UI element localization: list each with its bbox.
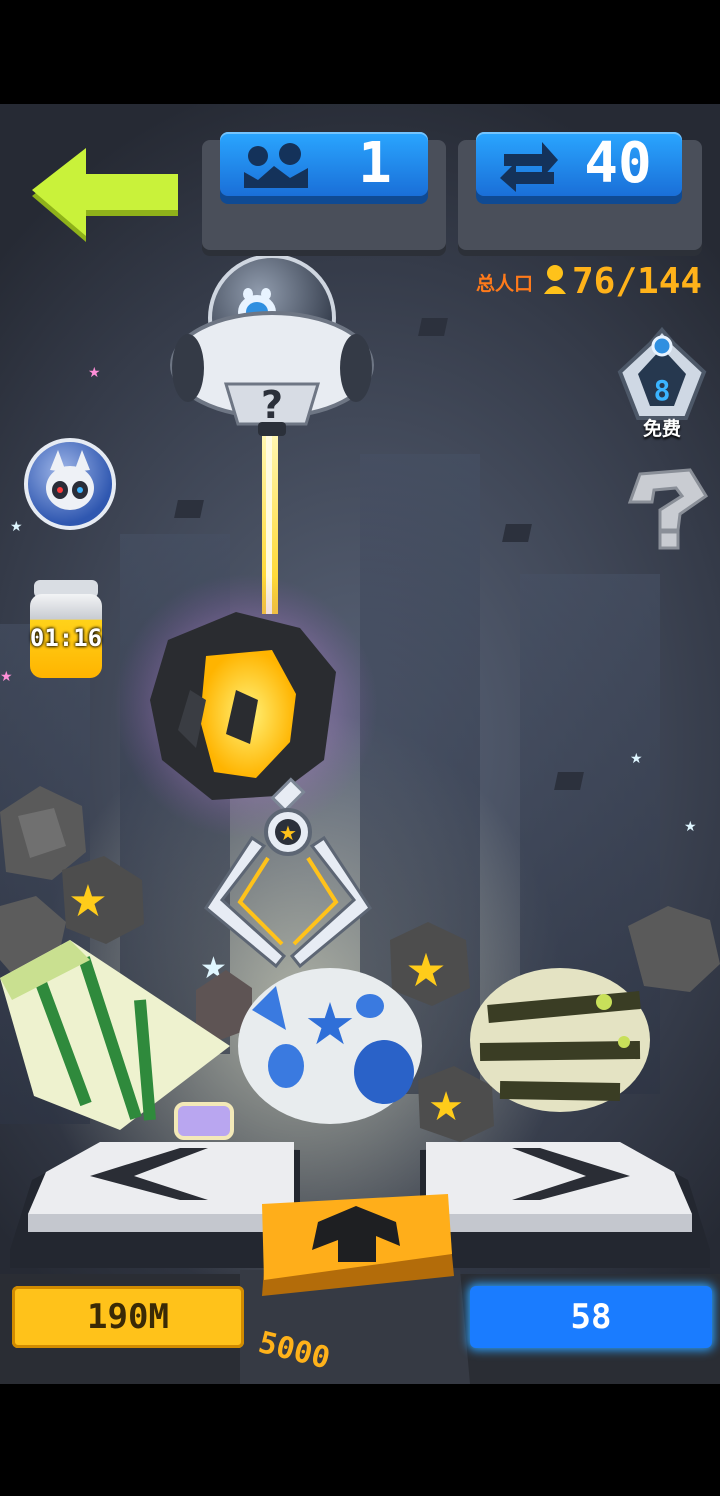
purple-capsule [174,1102,234,1140]
back-button[interactable] [26,140,186,244]
population-label: 总人口 [476,273,534,295]
game-screen: ★ ★ ★ ★ ★ ★ ? ★ ★ ★ ★ ★ 1 40 总人口 76/144 … [0,0,720,1496]
blue-star-egg: ★ [238,968,422,1124]
gems-value: 58 [570,1297,612,1337]
svg-text:★: ★ [304,990,356,1058]
swaps-value: 40 [584,131,652,196]
mystery-hint-button[interactable] [620,466,710,550]
level-badge[interactable]: 1 [220,132,428,196]
question-mark-icon [627,468,709,550]
free-drop-count: 8 [653,374,671,407]
free-drop-label: 免费 [642,418,681,440]
svg-text:★: ★ [68,876,107,927]
person-icon [544,265,566,294]
star-rock: ★ [418,1066,494,1142]
glowing-ore-rock [150,612,336,800]
dark-striped-egg [470,968,650,1112]
mystery-spaceship: ? [170,254,374,436]
navigation-bar-area [0,1384,720,1496]
green-striped-crystal [0,940,230,1130]
svg-text:★: ★ [405,943,446,997]
population-value: 76/144 [572,261,703,302]
level-value: 1 [358,131,392,196]
pet-avatar[interactable] [24,438,116,530]
move-left-pad [10,1142,300,1268]
swaps-badge[interactable]: 40 [476,132,682,196]
grey-rock [0,786,86,880]
robot-face-icon [46,450,94,510]
depth-value: 190M [87,1297,169,1337]
star-rock: ★ [62,856,144,944]
svg-text:★: ★ [428,1084,464,1130]
move-right-pad [420,1142,710,1268]
timer-value: 01:16 [29,624,103,652]
grey-rock [628,906,720,992]
star-rock: ★ [390,922,470,1006]
arrow-left-icon [32,148,178,242]
svg-text:★: ★ [279,821,297,845]
swap-arrows-icon [500,142,558,192]
svg-text:?: ? [261,383,283,427]
mountain-level-icon [244,143,308,188]
